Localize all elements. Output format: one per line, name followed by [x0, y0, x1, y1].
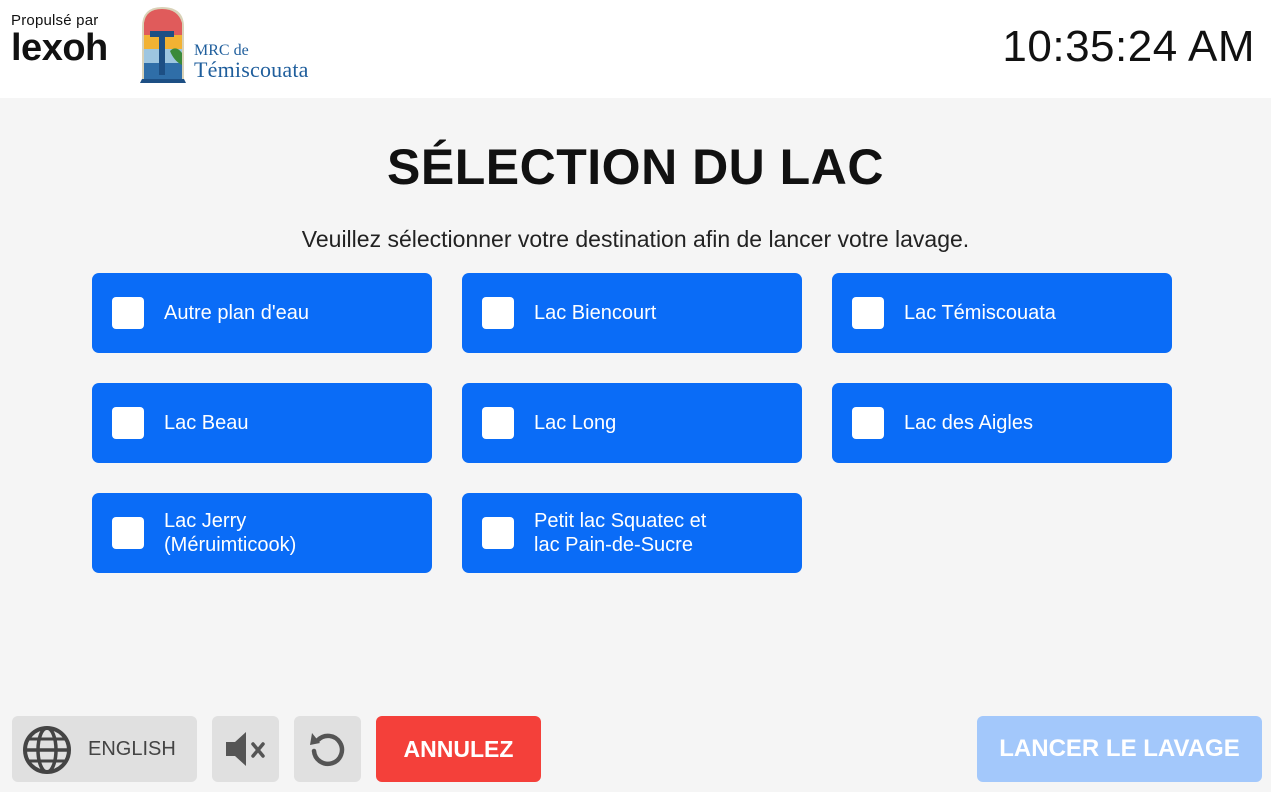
- launch-wash-button[interactable]: LANCER LE LAVAGE: [977, 716, 1262, 782]
- lake-option-label: Lac Témiscouata: [904, 302, 1056, 324]
- lake-option-label: Autre plan d'eau: [164, 302, 310, 324]
- lake-checkbox[interactable]: [112, 407, 144, 439]
- lake-option-button[interactable]: Lac Témiscouata: [832, 273, 1172, 353]
- mrc-wordmark: MRC de Témiscouata: [194, 42, 309, 81]
- lake-checkbox[interactable]: [852, 407, 884, 439]
- lake-option-label: Lac Beau: [164, 412, 249, 434]
- lake-option-button[interactable]: Lac Beau: [92, 383, 432, 463]
- lake-option-label: Lac Long: [534, 412, 617, 434]
- clock: 10:35:24 AM: [1002, 22, 1255, 71]
- lake-checkbox[interactable]: [482, 297, 514, 329]
- lake-checkbox[interactable]: [852, 297, 884, 329]
- lake-checkbox[interactable]: [482, 517, 514, 549]
- lake-option-label: Lac Biencourt: [534, 302, 657, 324]
- cancel-button[interactable]: ANNULEZ: [376, 716, 541, 782]
- reset-button[interactable]: [294, 716, 361, 782]
- page-subtitle: Veuillez sélectionner votre destination …: [301, 226, 970, 252]
- lexoh-logo: lexoh: [11, 27, 108, 69]
- powered-by: Propulsé par lexoh: [11, 12, 108, 70]
- lake-checkbox[interactable]: [112, 297, 144, 329]
- lake-option-button[interactable]: Lac Long: [462, 383, 802, 463]
- lake-option-button[interactable]: Lac Jerry (Méruimticook): [92, 493, 432, 573]
- lake-checkbox[interactable]: [112, 517, 144, 549]
- language-label: ENGLISH: [88, 738, 176, 760]
- mute-button[interactable]: [212, 716, 279, 782]
- refresh-icon: [309, 733, 344, 767]
- lake-option-button[interactable]: Petit lac Squatec et lac Pain-de-Sucre: [462, 493, 802, 573]
- lake-checkbox[interactable]: [482, 407, 514, 439]
- globe-icon: [23, 726, 71, 774]
- lake-option-label: Petit lac Squatec et lac Pain-de-Sucre: [534, 510, 707, 556]
- lake-option-label: Lac Jerry (Méruimticook): [164, 510, 297, 556]
- page-title: SÉLECTION DU LAC: [387, 139, 884, 195]
- mrc-big-text: Témiscouata: [194, 57, 309, 82]
- lake-option-button[interactable]: Lac Biencourt: [462, 273, 802, 353]
- lake-option-button[interactable]: Autre plan d'eau: [92, 273, 432, 353]
- speaker-muted-icon: [225, 732, 265, 766]
- header-bar: Propulsé par lexoh MRC de Témiscouata 10…: [0, 0, 1271, 98]
- lake-option-label: Lac des Aigles: [904, 412, 1033, 434]
- lake-option-button[interactable]: Lac des Aigles: [832, 383, 1172, 463]
- language-button[interactable]: ENGLISH: [12, 716, 197, 782]
